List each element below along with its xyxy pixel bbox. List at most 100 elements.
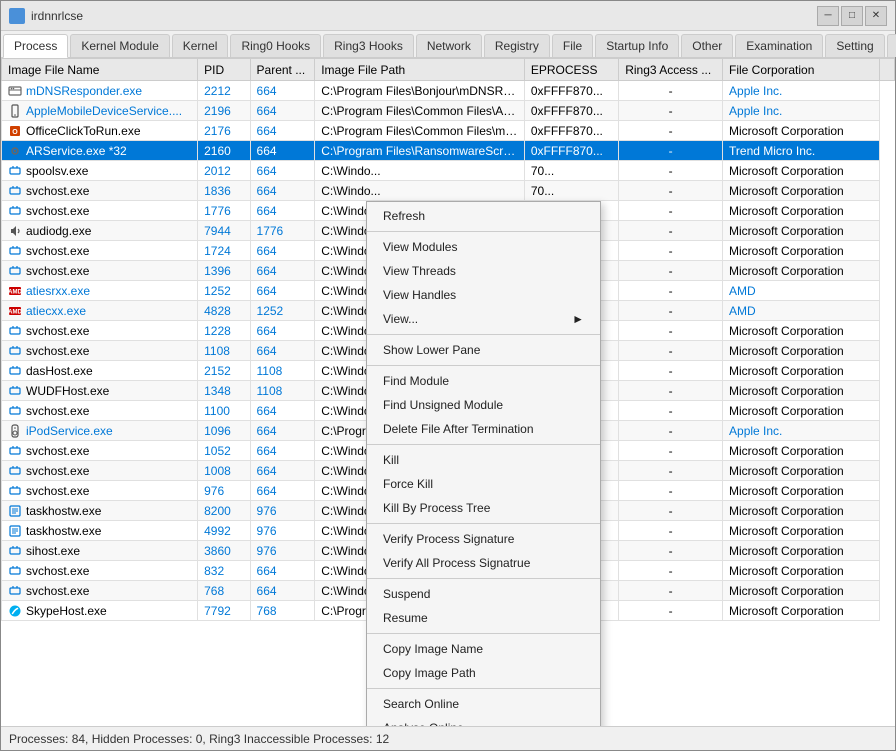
- process-name-cell: svchost.exe: [2, 441, 198, 461]
- context-menu-item[interactable]: Copy Image Path: [367, 661, 600, 685]
- tab-network[interactable]: Network: [416, 34, 482, 57]
- image-path-cell: C:\Program Files\Common Files\microsoft …: [315, 121, 525, 141]
- tab-about[interactable]: About: [887, 34, 896, 57]
- col-eprocess[interactable]: EPROCESS: [524, 59, 618, 81]
- tab-file[interactable]: File: [552, 34, 593, 57]
- eprocess-cell: 0xFFFF870...: [524, 121, 618, 141]
- col-ring3-access[interactable]: Ring3 Access ...: [619, 59, 723, 81]
- corporation-cell: Apple Inc.: [723, 101, 880, 121]
- amd-icon: AMD: [8, 284, 22, 298]
- tab-examination[interactable]: Examination: [735, 34, 823, 57]
- context-menu-item[interactable]: Show Lower Pane: [367, 338, 600, 362]
- tab-other[interactable]: Other: [681, 34, 733, 57]
- title-bar-left: irdnnrlcse: [9, 8, 83, 24]
- context-menu-item[interactable]: Delete File After Termination: [367, 417, 600, 441]
- context-menu-item[interactable]: Force Kill: [367, 472, 600, 496]
- context-menu-item[interactable]: View...►: [367, 307, 600, 331]
- context-menu-item[interactable]: Analyse Online: [367, 716, 600, 726]
- process-name-cell: svchost.exe: [2, 461, 198, 481]
- tab-kernel-module[interactable]: Kernel Module: [70, 34, 169, 57]
- table-row[interactable]: OOfficeClickToRun.exe2176664C:\Program F…: [2, 121, 895, 141]
- table-container: RogueKillerFiles Image File Name PID Par…: [1, 58, 895, 726]
- context-menu-item[interactable]: Search Online: [367, 692, 600, 716]
- pid-cell: 7792: [198, 601, 250, 621]
- col-pid[interactable]: PID: [198, 59, 250, 81]
- context-menu-separator: [367, 231, 600, 232]
- tab-kernel[interactable]: Kernel: [172, 34, 229, 57]
- parent-pid-cell: 664: [250, 341, 315, 361]
- corporation-cell: Microsoft Corporation: [723, 561, 880, 581]
- table-row[interactable]: ARService.exe *322160664C:\Program Files…: [2, 141, 895, 161]
- task-icon: [8, 524, 22, 538]
- context-menu-item[interactable]: View Threads: [367, 259, 600, 283]
- context-menu-item[interactable]: View Modules: [367, 235, 600, 259]
- corporation-cell: AMD: [723, 281, 880, 301]
- dns-icon: [8, 84, 22, 98]
- pid-cell: 4828: [198, 301, 250, 321]
- tab-registry[interactable]: Registry: [484, 34, 550, 57]
- context-menu-item[interactable]: Kill: [367, 448, 600, 472]
- parent-pid-cell: 1776: [250, 221, 315, 241]
- context-menu-separator: [367, 633, 600, 634]
- svc-icon: [8, 384, 22, 398]
- svc-icon: [8, 464, 22, 478]
- ring3-cell: -: [619, 241, 723, 261]
- tab-bar: Process Kernel Module Kernel Ring0 Hooks…: [1, 31, 895, 58]
- tab-ring3-hooks[interactable]: Ring3 Hooks: [323, 34, 414, 57]
- context-menu-separator: [367, 688, 600, 689]
- context-menu-item[interactable]: Refresh: [367, 204, 600, 228]
- context-menu-item[interactable]: Find Module: [367, 369, 600, 393]
- context-menu-item[interactable]: Kill By Process Tree: [367, 496, 600, 520]
- window-title: irdnnrlcse: [31, 9, 83, 23]
- maximize-button[interactable]: □: [841, 6, 863, 26]
- context-menu-item[interactable]: Copy Image Name: [367, 637, 600, 661]
- corporation-cell: Microsoft Corporation: [723, 121, 880, 141]
- table-row[interactable]: spoolsv.exe2012664C:\Windo...70...-Micro…: [2, 161, 895, 181]
- minimize-button[interactable]: ─: [817, 6, 839, 26]
- process-name-cell: AppleMobileDeviceService....: [2, 101, 198, 121]
- pid-cell: 2196: [198, 101, 250, 121]
- parent-pid-cell: 664: [250, 281, 315, 301]
- context-menu-item[interactable]: Suspend: [367, 582, 600, 606]
- context-menu-item[interactable]: Verify Process Signature: [367, 527, 600, 551]
- status-text: Processes: 84, Hidden Processes: 0, Ring…: [9, 732, 389, 746]
- table-row[interactable]: svchost.exe1836664C:\Windo...70...-Micro…: [2, 181, 895, 201]
- ring3-cell: -: [619, 601, 723, 621]
- process-name-cell: svchost.exe: [2, 581, 198, 601]
- col-image-file-name[interactable]: Image File Name: [2, 59, 198, 81]
- table-row[interactable]: mDNSResponder.exe2212664C:\Program Files…: [2, 81, 895, 101]
- col-file-corporation[interactable]: File Corporation: [723, 59, 880, 81]
- tab-startup-info[interactable]: Startup Info: [595, 34, 679, 57]
- eprocess-cell: 0xFFFF870...: [524, 81, 618, 101]
- tab-ring0-hooks[interactable]: Ring0 Hooks: [230, 34, 321, 57]
- svc-icon: [8, 404, 22, 418]
- corporation-cell: Microsoft Corporation: [723, 261, 880, 281]
- col-scroll-filler: [880, 59, 895, 81]
- tab-process[interactable]: Process: [3, 34, 68, 58]
- col-image-file-path[interactable]: Image File Path: [315, 59, 525, 81]
- context-menu-item[interactable]: Resume: [367, 606, 600, 630]
- pid-cell: 1724: [198, 241, 250, 261]
- process-name-cell: svchost.exe: [2, 201, 198, 221]
- title-bar: irdnnrlcse ─ □ ✕: [1, 1, 895, 31]
- pid-cell: 1052: [198, 441, 250, 461]
- parent-pid-cell: 976: [250, 521, 315, 541]
- corporation-cell: AMD: [723, 301, 880, 321]
- close-button[interactable]: ✕: [865, 6, 887, 26]
- ring3-cell: -: [619, 281, 723, 301]
- corporation-cell: Microsoft Corporation: [723, 601, 880, 621]
- process-name-cell: taskhostw.exe: [2, 501, 198, 521]
- col-parent[interactable]: Parent ...: [250, 59, 315, 81]
- context-menu-item[interactable]: Find Unsigned Module: [367, 393, 600, 417]
- pid-cell: 2176: [198, 121, 250, 141]
- context-menu-item[interactable]: View Handles: [367, 283, 600, 307]
- ring3-cell: -: [619, 441, 723, 461]
- pid-cell: 1836: [198, 181, 250, 201]
- tab-setting[interactable]: Setting: [825, 34, 884, 57]
- table-row[interactable]: AppleMobileDeviceService....2196664C:\Pr…: [2, 101, 895, 121]
- context-menu-item[interactable]: Verify All Process Signatrue: [367, 551, 600, 575]
- corporation-cell: Microsoft Corporation: [723, 501, 880, 521]
- parent-pid-cell: 664: [250, 261, 315, 281]
- parent-pid-cell: 664: [250, 581, 315, 601]
- table-header: Image File Name PID Parent ... Image Fil…: [2, 59, 895, 81]
